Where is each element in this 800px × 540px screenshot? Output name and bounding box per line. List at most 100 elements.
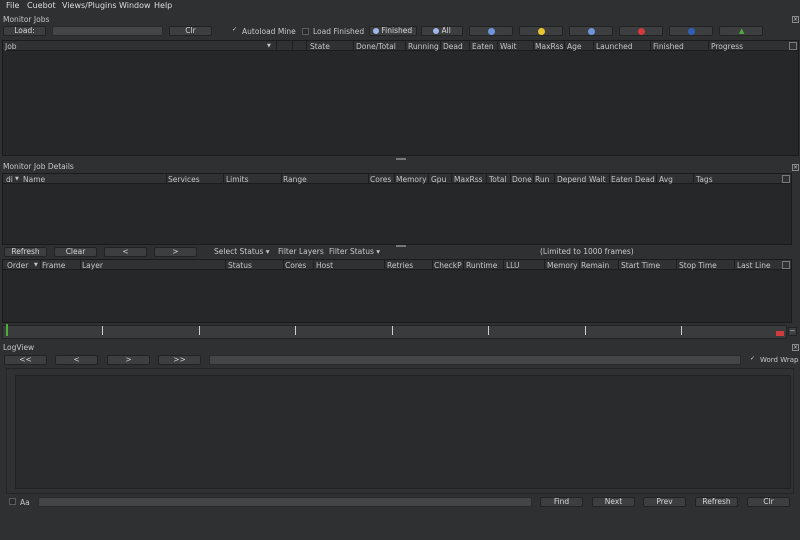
col-range[interactable]: Range (283, 175, 307, 184)
filter-status-dropdown[interactable]: Filter Status ▾ (329, 247, 380, 256)
col-maxrss[interactable]: MaxRss (454, 175, 483, 184)
col-cores[interactable]: Cores (285, 261, 306, 270)
find-next-button[interactable]: Next (592, 497, 635, 507)
col-wait[interactable]: Wait (500, 42, 517, 51)
column-menu-icon[interactable] (782, 261, 790, 269)
clr-button[interactable]: Clr (169, 26, 212, 36)
col-checkp[interactable]: CheckP (434, 261, 462, 270)
autoload-checkbox[interactable]: ✓ (231, 27, 238, 34)
filter-button-waiting[interactable] (519, 26, 563, 36)
col-runtime[interactable]: Runtime (466, 261, 497, 270)
log-search-input[interactable] (38, 497, 532, 507)
col-eaten[interactable]: Eaten (611, 175, 633, 184)
splitter-handle[interactable] (396, 158, 406, 160)
log-text-area[interactable] (15, 375, 791, 489)
log-refresh-button[interactable]: Refresh (695, 497, 738, 507)
col-dead[interactable]: Dead (443, 42, 463, 51)
splitter-handle[interactable] (396, 245, 406, 247)
col-retries[interactable]: Retries (387, 261, 413, 270)
col-layer[interactable]: Layer (82, 261, 103, 270)
col-status[interactable]: Status (228, 261, 252, 270)
filter-button-up[interactable]: ▲ (719, 26, 763, 36)
frame-timeline[interactable] (2, 325, 787, 339)
timeline-end-marker[interactable] (776, 331, 784, 336)
find-button[interactable]: Find (540, 497, 583, 507)
col-done[interactable]: Done (512, 175, 532, 184)
col-memory[interactable]: Memory (547, 261, 578, 270)
col-gpu[interactable]: Gpu (431, 175, 446, 184)
menu-views-plugins[interactable]: Views/Plugins (62, 1, 117, 10)
col-name[interactable]: Name (23, 175, 45, 184)
layers-table[interactable]: di ▼ Name Services Limits Range Cores Me… (2, 173, 792, 245)
close-icon[interactable]: × (792, 344, 799, 351)
col-avg[interactable]: Avg (659, 175, 673, 184)
col-done-total[interactable]: Done/Total (356, 42, 396, 51)
column-menu-icon[interactable] (789, 42, 797, 50)
col-host[interactable]: Host (316, 261, 333, 270)
col-order[interactable]: Order (7, 261, 28, 270)
col-llu[interactable]: LLU (506, 261, 519, 270)
menu-window[interactable]: Window (119, 1, 151, 10)
col-dead[interactable]: Dead (635, 175, 655, 184)
close-icon[interactable]: × (792, 16, 799, 23)
find-prev-button[interactable]: Prev (643, 497, 686, 507)
column-menu-icon[interactable] (782, 175, 790, 183)
col-finished[interactable]: Finished (653, 42, 684, 51)
col-stop-time[interactable]: Stop Time (679, 261, 717, 270)
filter-button-dead[interactable] (619, 26, 663, 36)
finished-filter-button[interactable]: Finished (369, 26, 417, 36)
all-filter-button[interactable]: All (421, 26, 463, 36)
col-limits[interactable]: Limits (226, 175, 249, 184)
word-wrap-checkbox[interactable]: ✓ (749, 356, 756, 363)
case-sensitive-checkbox[interactable] (9, 498, 16, 505)
col-run[interactable]: Run (535, 175, 549, 184)
prev-page-button[interactable]: < (104, 247, 147, 257)
col-running[interactable]: Running (408, 42, 439, 51)
col-depend[interactable]: Depend (557, 175, 586, 184)
col-memory[interactable]: Memory (396, 175, 427, 184)
jobs-table[interactable]: Job ▼ State Done/Total Running Dead Eate… (2, 40, 799, 156)
col-total[interactable]: Total (489, 175, 507, 184)
col-tags[interactable]: Tags (696, 175, 713, 184)
col-state[interactable]: State (310, 42, 330, 51)
next-page-button[interactable]: > (154, 247, 197, 257)
log-clr-button[interactable]: Clr (747, 497, 790, 507)
menu-file[interactable]: File (6, 1, 19, 10)
timeline-zoom-out-button[interactable]: − (788, 327, 797, 336)
log-path-field[interactable] (209, 355, 741, 365)
filter-button-info[interactable] (669, 26, 713, 36)
load-finished-checkbox[interactable] (302, 28, 309, 35)
filter-button-blue[interactable] (469, 26, 513, 36)
close-icon[interactable]: × (792, 164, 799, 171)
col-cores[interactable]: Cores (370, 175, 391, 184)
timeline-start-marker[interactable] (6, 324, 8, 336)
col-di[interactable]: di (6, 175, 13, 184)
log-first-button[interactable]: << (4, 355, 47, 365)
menu-cuebot[interactable]: Cuebot (27, 1, 56, 10)
load-button[interactable]: Load: (3, 26, 46, 36)
col-start-time[interactable]: Start Time (621, 261, 660, 270)
log-next-button[interactable]: > (107, 355, 150, 365)
col-job[interactable]: Job (5, 42, 17, 51)
log-prev-button[interactable]: < (55, 355, 98, 365)
menu-help[interactable]: Help (154, 1, 172, 10)
clear-button[interactable]: Clear (54, 247, 97, 257)
col-eaten[interactable]: Eaten (472, 42, 494, 51)
col-remain[interactable]: Remain (581, 261, 609, 270)
load-input[interactable] (52, 26, 163, 36)
filter-button-running[interactable] (569, 26, 613, 36)
col-wait[interactable]: Wait (589, 175, 606, 184)
col-launched[interactable]: Launched (596, 42, 633, 51)
sort-down-icon: ▼ (267, 43, 271, 49)
frames-table[interactable]: Order ▼ Frame Layer Status Cores Host Re… (2, 259, 792, 323)
select-status-dropdown[interactable]: Select Status ▾ (214, 247, 270, 256)
refresh-button[interactable]: Refresh (4, 247, 47, 257)
col-age[interactable]: Age (567, 42, 582, 51)
log-last-button[interactable]: >> (158, 355, 201, 365)
col-services[interactable]: Services (168, 175, 200, 184)
filter-layers-dropdown[interactable]: Filter Layers (278, 247, 324, 256)
col-maxrss[interactable]: MaxRss (535, 42, 564, 51)
col-progress[interactable]: Progress (711, 42, 743, 51)
col-last-line[interactable]: Last Line (737, 261, 771, 270)
col-frame[interactable]: Frame (42, 261, 65, 270)
